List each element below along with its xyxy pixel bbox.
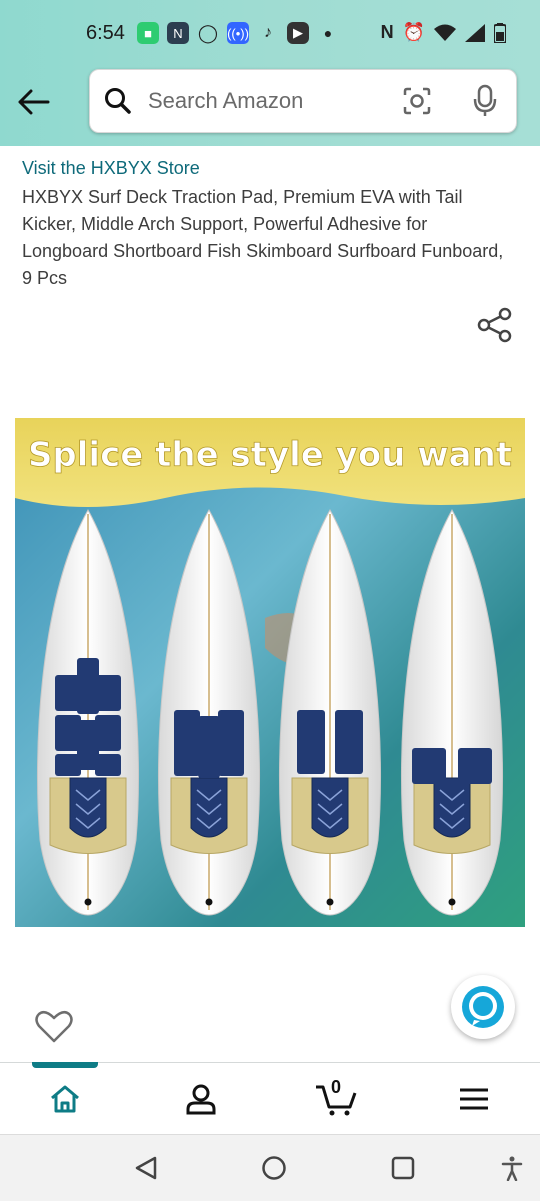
search-icon: [105, 88, 131, 114]
accessibility-button[interactable]: [497, 1153, 527, 1183]
visit-store-link[interactable]: Visit the HXBYX Store: [22, 158, 200, 179]
triangle-back-icon: [135, 1156, 157, 1180]
back-button[interactable]: [16, 84, 52, 120]
alarm-icon: ⏰: [402, 22, 425, 42]
alexa-icon: [462, 986, 504, 1028]
home-icon: [51, 1085, 79, 1113]
bottom-navigation: 0: [0, 1062, 540, 1135]
square-recents-icon: [391, 1156, 415, 1180]
messages-icon: ■: [137, 22, 159, 44]
nav-home[interactable]: [25, 1063, 105, 1135]
system-back-button[interactable]: [131, 1153, 161, 1183]
podcast-icon: ((•)): [227, 22, 249, 44]
camera-search-icon[interactable]: [402, 86, 432, 116]
cart-count: 0: [330, 1077, 341, 1097]
youtube-icon: ▶: [287, 22, 309, 44]
heart-icon[interactable]: [34, 1006, 74, 1046]
surfboard-image: Splice the style you want: [15, 418, 525, 927]
system-status-icons: N ⏰: [381, 22, 506, 43]
search-header: [0, 69, 540, 146]
battery-icon: [494, 22, 506, 43]
search-bar[interactable]: [89, 69, 517, 133]
product-title: HXBYX Surf Deck Traction Pad, Premium EV…: [22, 187, 504, 288]
nav-cart[interactable]: 0: [296, 1063, 376, 1135]
nfc-icon: N: [380, 22, 394, 42]
image-banner-text: Splice the style you want: [28, 435, 512, 475]
alexa-button[interactable]: [451, 975, 515, 1039]
accessibility-icon: [501, 1156, 523, 1181]
mic-icon[interactable]: [472, 84, 498, 118]
signal-icon: [465, 23, 485, 42]
status-time: 6:54: [86, 22, 125, 44]
menu-icon: [460, 1088, 488, 1110]
system-navigation-bar: [0, 1134, 540, 1201]
notification-icons: ■ N ◯ ((•)) ♪ ▶ ●: [137, 22, 339, 44]
tiktok-icon: ♪: [264, 24, 272, 41]
n-app-icon: N: [167, 22, 189, 44]
wifi-icon: [434, 24, 456, 41]
share-icon[interactable]: [476, 306, 514, 344]
search-input[interactable]: [146, 84, 390, 118]
system-recents-button[interactable]: [388, 1153, 418, 1183]
system-home-button[interactable]: [259, 1153, 289, 1183]
person-icon: [186, 1084, 216, 1115]
nav-account[interactable]: [161, 1063, 241, 1135]
active-tab-indicator: [32, 1062, 98, 1068]
dot-icon: ●: [323, 25, 333, 41]
product-image[interactable]: Splice the style you want: [15, 418, 525, 927]
back-arrow-icon: [18, 89, 50, 115]
circle-app-icon: ◯: [197, 22, 219, 43]
nav-menu[interactable]: [434, 1063, 514, 1135]
status-bar: 6:54 ■ N ◯ ((•)) ♪ ▶ ● N ⏰: [0, 0, 540, 70]
circle-home-icon: [262, 1156, 286, 1180]
